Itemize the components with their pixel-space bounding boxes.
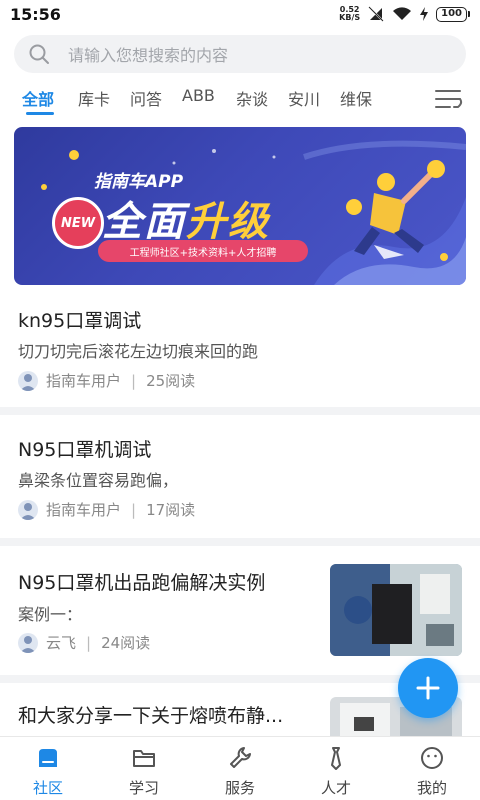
post-item[interactable]: N95口罩机调试 鼻梁条位置容易跑偏， 指南车用户 | 17阅读 [0, 415, 480, 537]
post-item[interactable]: kn95口罩调试 切刀切完后滚花左边切痕来回的跑 指南车用户 | 25阅读 [0, 298, 480, 406]
network-speed-unit: KB/S [339, 13, 361, 22]
tab-manage-icon[interactable] [434, 87, 464, 111]
face-icon [421, 747, 443, 769]
post-author: 指南车用户 [46, 372, 122, 390]
meta-separator: | [86, 633, 92, 652]
banner-headline-a: 全面 [102, 199, 186, 245]
banner-tagline: 工程师社区+技术资料+人才招聘 [98, 240, 308, 262]
promo-banner[interactable]: 指南车APP NEW 全面升级 工程师社区+技术资料+人才招聘 [14, 127, 466, 285]
nav-community[interactable]: 社区 [0, 737, 96, 800]
tab-fade [380, 82, 420, 116]
plus-icon [416, 676, 440, 700]
avatar [18, 370, 38, 391]
avatar [18, 632, 38, 653]
nav-label: 人才 [320, 779, 351, 797]
wifi-icon [393, 7, 412, 20]
tab-yaskawa[interactable]: 安川 [288, 86, 320, 110]
nav-service[interactable]: 服务 [192, 737, 288, 800]
post-reads: 24阅读 [101, 634, 151, 652]
tab-qa[interactable]: 问答 [130, 86, 162, 110]
post-meta: 云飞 | 24阅读 [18, 632, 150, 653]
banner-headline: 全面升级 [102, 189, 270, 247]
network-speed: 0.52 KB/S [339, 6, 360, 22]
tab-kuka[interactable]: 库卡 [78, 86, 110, 110]
meta-separator: | [131, 371, 137, 390]
active-tab-indicator [26, 112, 54, 115]
post-meta: 指南车用户 | 25阅读 [18, 370, 195, 391]
banner-new-text: NEW [60, 215, 96, 231]
signal-off-icon [368, 6, 384, 22]
battery-level: 100 [436, 6, 467, 22]
meta-separator: | [131, 500, 137, 519]
post-item[interactable]: N95口罩机出品跑偏解决实例 案例一： 云飞 | 24阅读 [0, 546, 480, 674]
post-reads: 25阅读 [146, 372, 196, 390]
tab-maintenance[interactable]: 维保 [340, 86, 372, 110]
nav-label: 我的 [416, 779, 447, 797]
post-summary: 切刀切完后滚花左边切痕来回的跑 [18, 342, 259, 361]
banner-new-badge: NEW [52, 197, 104, 249]
create-post-button[interactable] [398, 658, 458, 718]
banner-headline-b: 升级 [186, 199, 270, 245]
feed-divider [0, 538, 480, 546]
post-author: 指南车用户 [46, 501, 122, 519]
tab-abb[interactable]: ABB [182, 86, 215, 105]
avatar [18, 499, 38, 520]
banner-tagline-text: 工程师社区+技术资料+人才招聘 [129, 247, 277, 259]
charging-icon [420, 7, 429, 21]
post-meta: 指南车用户 | 17阅读 [18, 499, 195, 520]
nav-mine[interactable]: 我的 [384, 737, 480, 800]
post-author: 云飞 [46, 634, 77, 652]
search-bar[interactable]: 请输入您想搜索的内容 [14, 35, 466, 73]
search-placeholder: 请输入您想搜索的内容 [68, 46, 229, 65]
nav-talent[interactable]: 人才 [288, 737, 384, 800]
post-summary: 鼻梁条位置容易跑偏， [18, 471, 179, 490]
status-icons: 0.52 KB/S 100 [339, 6, 470, 22]
tab-chat[interactable]: 杂谈 [236, 86, 268, 110]
post-title: N95口罩机调试 [18, 439, 152, 461]
post-summary: 案例一： [18, 605, 83, 624]
search-icon [29, 44, 49, 64]
tie-icon [331, 747, 341, 770]
nav-study[interactable]: 学习 [96, 737, 192, 800]
category-tabs: 全部 库卡 问答 ABB 杂谈 安川 维保 [0, 82, 480, 116]
bottom-navigation: 社区 学习 服务 人才 我的 [0, 736, 480, 800]
post-title: 和大家分享一下关于熔喷布静... [18, 705, 284, 727]
nav-label: 服务 [224, 779, 255, 797]
folder-icon [133, 750, 155, 767]
nav-label: 社区 [32, 779, 63, 797]
post-reads: 17阅读 [146, 501, 196, 519]
status-bar: 15:56 0.52 KB/S 100 [0, 0, 480, 28]
feed-divider [0, 407, 480, 415]
banner-illustration [346, 160, 448, 261]
status-time: 15:56 [10, 4, 61, 24]
tab-all[interactable]: 全部 [22, 86, 54, 110]
nav-label: 学习 [128, 779, 159, 797]
battery-icon: 100 [436, 6, 470, 22]
post-title: kn95口罩调试 [18, 310, 142, 332]
wrench-icon [230, 747, 251, 768]
community-icon [39, 749, 57, 767]
post-thumbnail [330, 564, 462, 656]
post-title: N95口罩机出品跑偏解决实例 [18, 572, 266, 594]
